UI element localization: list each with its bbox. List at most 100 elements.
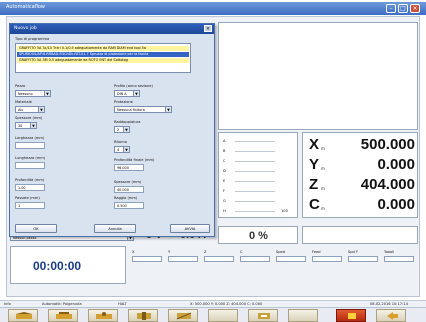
param-field[interactable] <box>132 256 162 262</box>
program-list[interactable]: GRAFFITO 5A 3c/10 Tr:tri 0.1/0.5 adeguat… <box>15 43 191 73</box>
app-titlebar: Automaticaflow – □ × <box>0 2 426 15</box>
channel-bar <box>235 161 275 162</box>
chevron-down-icon: ▼ <box>38 107 44 112</box>
measure-tool-button[interactable] <box>48 309 78 322</box>
percent-readout: 0 % <box>249 230 268 242</box>
param-label: Y <box>168 250 171 254</box>
param-field[interactable] <box>348 256 378 262</box>
axis-readout-panel: X m 500.000 Y m 0.000 Z m 404.000 C m 0.… <box>302 132 418 218</box>
field-label: Spessore (mm) <box>114 180 142 184</box>
stop-icon <box>348 313 356 319</box>
toolbar-slot[interactable] <box>208 309 238 322</box>
minimize-button[interactable]: – <box>386 4 396 13</box>
timer-box: 00:00:00 <box>10 246 126 284</box>
percent-box: 0 % <box>218 226 298 244</box>
thickness-select-value: 30 <box>18 124 23 128</box>
graphics-view[interactable] <box>218 22 418 130</box>
program-list-item[interactable]: GRAFFITO 5A 3M 0.5 adeguatamente da ROTO… <box>17 58 189 63</box>
channel-label: A <box>223 139 226 143</box>
axis-x-unit: m <box>321 146 325 151</box>
doubling-select[interactable]: 2 ▼ <box>114 126 130 133</box>
param-field[interactable] <box>168 256 198 262</box>
program-list-item-selected[interactable]: SPURIOUS/AP:6-RRBAD-R3ChDk-FAT-01.7 Spru… <box>17 52 189 57</box>
axis-x-value: 500.000 <box>360 136 415 153</box>
protection-select[interactable]: Nessuna finitura ▼ <box>114 106 172 113</box>
app-window: Automaticaflow – □ × A B C D E F G H 100… <box>0 0 426 322</box>
home-icon <box>16 312 32 319</box>
param-field[interactable] <box>276 256 306 262</box>
final-depth-input[interactable]: 96.000 <box>114 164 144 171</box>
exit-button[interactable] <box>376 309 406 322</box>
close-button[interactable]: × <box>410 4 420 13</box>
parameter-fields: X Y Z C Sped Feed Spd F Toooll <box>128 248 420 268</box>
home-tool-button[interactable] <box>8 309 38 322</box>
dialog-close-button[interactable]: × <box>204 25 212 32</box>
channel-bar <box>235 201 275 202</box>
app-title: Automaticaflow <box>6 4 46 10</box>
offset-tool-button[interactable] <box>168 309 198 322</box>
depth-input[interactable]: 1.00 <box>15 184 45 191</box>
field-label: Materiale <box>15 100 32 104</box>
cancel-button[interactable]: Annulla <box>94 224 136 233</box>
axis-y-unit: m <box>321 166 325 171</box>
material-select[interactable]: Alu ▼ <box>15 106 45 113</box>
radius-input[interactable]: 0.500 <box>114 202 144 209</box>
status-segment: Automatik: Polgenuda <box>42 302 82 306</box>
return-select-value: 4 <box>117 148 120 152</box>
field-label: Raggio (mm) <box>114 196 138 200</box>
channel-panel: A B C D E F G H 100 <box>218 132 298 218</box>
program-list-item[interactable]: GRAFFITO 5A 3c/10 Tr:tri 0.1/0.5 adeguat… <box>17 46 189 51</box>
length-input[interactable] <box>15 162 45 169</box>
set-tool-button[interactable] <box>128 309 158 322</box>
toolbar-slot[interactable] <box>288 309 318 322</box>
param-label: Toooll <box>384 250 395 254</box>
axis-tool-button[interactable] <box>248 309 278 322</box>
field-label: Pezzo <box>15 84 26 88</box>
maximize-button[interactable]: □ <box>398 4 408 13</box>
return-select[interactable]: 4 ▼ <box>114 146 130 153</box>
profile-select-value: DIN A <box>117 92 127 96</box>
status-box <box>302 226 418 244</box>
toolbar <box>0 307 426 322</box>
field-label: Larghezza (mm) <box>15 136 45 140</box>
stop-button[interactable] <box>336 309 366 322</box>
axis-y-value: 0.000 <box>377 156 415 173</box>
timer-display: 00:00:00 <box>33 259 82 273</box>
channel-label: H <box>223 209 226 213</box>
passes-input[interactable]: 1 <box>15 202 45 209</box>
channel-label: B <box>223 149 226 153</box>
new-job-dialog: Nuovo job × Tipo di programma GRAFFITO 5… <box>9 23 215 237</box>
thickness-select[interactable]: 30 ▼ <box>15 122 37 129</box>
start-button[interactable]: AVVIA <box>170 224 210 233</box>
chevron-down-icon: ▼ <box>123 147 129 152</box>
piece-select-value: Nessuno <box>18 92 33 96</box>
protection-select-value: Nessuna finitura <box>117 108 145 112</box>
status-segment: HALT <box>118 302 127 306</box>
channel-bar <box>235 171 275 172</box>
param-field[interactable] <box>384 256 414 262</box>
axis-z-value: 404.000 <box>360 176 415 193</box>
channel-label: E <box>223 179 226 183</box>
param-field[interactable] <box>312 256 342 262</box>
status-segment: 08.02.2016 10:17:14 <box>370 302 408 306</box>
piece-select[interactable]: Nessuno ▼ <box>15 90 51 97</box>
axis-y-letter: Y <box>309 156 320 173</box>
param-field[interactable] <box>204 256 234 262</box>
channel-label: F <box>223 189 226 193</box>
ok-button[interactable]: OK <box>15 224 57 233</box>
param-field[interactable] <box>240 256 270 262</box>
axis-z-letter: Z <box>309 176 319 193</box>
channel-label: G <box>223 199 226 203</box>
field-label: Ritorno <box>114 140 127 144</box>
right-thickness-input[interactable]: 40.000 <box>114 186 144 193</box>
probe-tool-button[interactable] <box>88 309 118 322</box>
axis-c-value: 0.000 <box>377 196 415 213</box>
width-input[interactable] <box>15 142 45 149</box>
field-label: Profilo (anno sezione) <box>114 84 153 88</box>
profile-select[interactable]: DIN A ▼ <box>114 90 140 97</box>
window-controls: – □ × <box>386 4 422 13</box>
status-segment: X: 500.000 Y: 0.000 Z: 404.000 C: 0.000 <box>190 302 263 306</box>
param-label: Spd F <box>348 250 359 254</box>
chevron-down-icon: ▼ <box>133 91 139 96</box>
exit-icon <box>387 312 398 320</box>
